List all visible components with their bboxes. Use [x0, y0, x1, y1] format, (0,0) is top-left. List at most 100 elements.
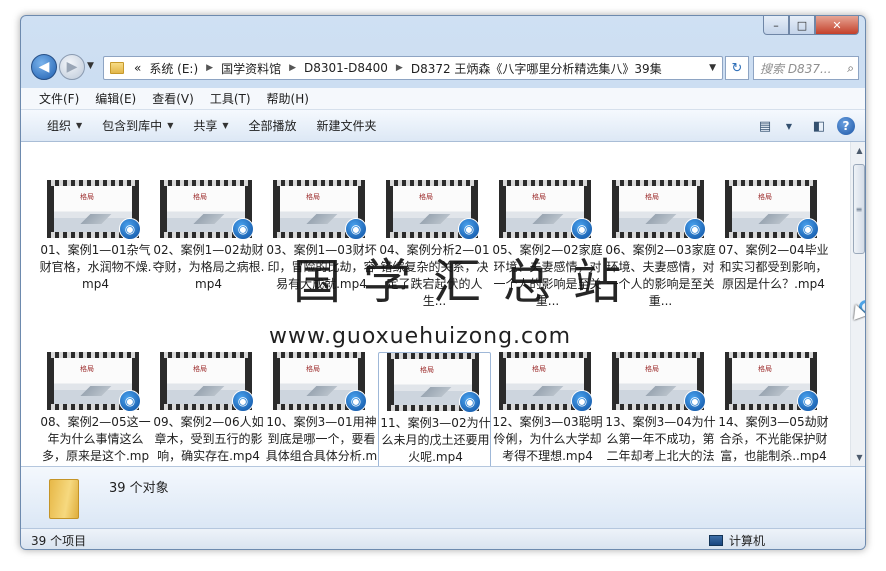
- thumbnail-mark: 格局: [758, 193, 772, 201]
- file-name: 04、案例分析2—01错综复杂的关系，决定了跌宕起伏的人生...: [379, 243, 490, 308]
- new-folder-button[interactable]: 新建文件夹: [307, 117, 387, 134]
- mountain-graphic: [740, 386, 800, 396]
- file-name: 02、案例1—02劫财夺财，为格局之病根.mp4: [152, 243, 265, 291]
- scroll-up-icon[interactable]: ▲: [851, 142, 865, 159]
- refresh-button[interactable]: ↻: [725, 56, 749, 80]
- minimize-button[interactable]: –: [763, 16, 789, 35]
- chevron-right-icon[interactable]: ▶: [285, 63, 300, 73]
- thumbnail-mark: 格局: [645, 365, 659, 373]
- mountain-graphic: [401, 214, 461, 224]
- thumbnail-mark: 格局: [193, 365, 207, 373]
- command-bar: 组织 ▼ 包含到库中 ▼ 共享 ▼ 全部播放 新建文件夹 ▤ ▼ ◧ ?: [21, 110, 865, 142]
- file-name: 11、案例3—02为什么未月的戊土还要用火呢.mp4: [380, 416, 491, 464]
- view-dropdown-icon[interactable]: ▼: [777, 114, 801, 138]
- file-name: 10、案例3—01用神到底是哪一个，要看具体组合具体分析.mp4: [265, 415, 378, 463]
- chevron-right-icon[interactable]: ▶: [392, 63, 407, 73]
- media-player-icon: ◉: [119, 390, 141, 412]
- search-icon[interactable]: ⌕: [847, 61, 858, 76]
- file-item[interactable]: 格局 ◉ 12、案例3—03聪明伶俐，为什么大学却考得不理想.mp4: [491, 352, 604, 466]
- close-button[interactable]: ✕: [815, 16, 859, 35]
- file-item[interactable]: 格局 ◉ 06、案例2—03家庭环境、夫妻感情，对一个人的影响是至关重...: [604, 180, 717, 308]
- file-item[interactable]: 格局 ◉ 08、案例2—05这一年为什么事情这么多，原来是这个.mp4: [39, 352, 152, 466]
- menu-edit[interactable]: 编辑(E): [87, 90, 144, 107]
- search-input[interactable]: 搜索 D837... ⌕: [753, 56, 859, 80]
- thumbnail-mark: 格局: [306, 193, 320, 201]
- file-item[interactable]: 格局 ◉ 07、案例2—04毕业和实习都受到影响，原因是什么？.mp4: [717, 180, 830, 308]
- include-library-button[interactable]: 包含到库中 ▼: [92, 117, 183, 134]
- media-player-icon: ◉: [232, 390, 254, 412]
- file-item[interactable]: 格局 ◉ 03、案例1—03财坏印，冒险的比劫，容易有大成就.mp4: [265, 180, 378, 308]
- preview-pane-icon[interactable]: ◧: [807, 114, 831, 138]
- media-player-icon: ◉: [459, 391, 481, 413]
- details-pane: 39 个对象: [21, 466, 865, 528]
- scroll-down-icon[interactable]: ▼: [851, 449, 865, 466]
- thumbnail-mark: 格局: [420, 366, 434, 374]
- organize-button[interactable]: 组织 ▼: [37, 117, 92, 134]
- breadcrumb-library[interactable]: 国学资料馆: [217, 60, 285, 77]
- file-name: 07、案例2—04毕业和实习都受到影响，原因是什么？.mp4: [718, 243, 829, 291]
- chevron-right-icon[interactable]: ▶: [202, 63, 217, 73]
- mountain-graphic: [514, 386, 574, 396]
- menu-bar: 文件(F) 编辑(E) 查看(V) 工具(T) 帮助(H): [21, 88, 865, 110]
- breadcrumb-current[interactable]: D8372 王炳森《八字哪里分析精选集八》39集: [407, 60, 666, 77]
- media-player-icon: ◉: [458, 218, 480, 240]
- chevron-down-icon: ▼: [76, 121, 83, 130]
- file-item[interactable]: 格局 ◉ 09、案例2—06人如章木，受到五行的影响，确实存在.mp4: [152, 352, 265, 466]
- file-name: 12、案例3—03聪明伶俐，为什么大学却考得不理想.mp4: [492, 415, 603, 463]
- media-player-icon: ◉: [797, 218, 819, 240]
- explorer-window: – □ ✕ ◀ ▶ ▼ « 系统 (E:) ▶ 国学资料馆 ▶ D8301-D8…: [20, 15, 866, 550]
- file-list-pane: 格局 ◉ 01、案例1—01杂气财官格，水润物不燥.mp4 格局 ◉ 02、案例1—02劫…: [21, 142, 865, 466]
- file-item[interactable]: 格局 ◉ 04、案例分析2—01错综复杂的关系，决定了跌宕起伏的人生...: [378, 180, 491, 308]
- thumbnail-mark: 格局: [758, 365, 772, 373]
- media-player-icon: ◉: [345, 218, 367, 240]
- scroll-thumb[interactable]: ≡: [853, 164, 865, 254]
- file-item[interactable]: 格局 ◉ 10、案例3—01用神到底是哪一个，要看具体组合具体分析.mp4: [265, 352, 378, 466]
- maximize-button[interactable]: □: [789, 16, 815, 35]
- back-button[interactable]: ◀: [31, 54, 57, 80]
- help-icon[interactable]: ?: [837, 117, 855, 135]
- object-count: 39 个对象: [109, 481, 169, 496]
- file-name: 06、案例2—03家庭环境、夫妻感情，对一个人的影响是至关重...: [605, 243, 716, 308]
- file-name: 01、案例1—01杂气财官格，水润物不燥.mp4: [39, 243, 152, 291]
- mountain-graphic: [62, 386, 122, 396]
- breadcrumb-drive[interactable]: 系统 (E:): [145, 60, 202, 77]
- thumbnail-mark: 格局: [645, 193, 659, 201]
- recent-pages-dropdown[interactable]: ▼: [87, 61, 94, 71]
- view-options-icon[interactable]: ▤: [753, 114, 777, 138]
- file-item[interactable]: 格局 ◉ 13、案例3—04为什么第一年不成功，第二年却考上北大的法硕...: [604, 352, 717, 466]
- file-name: 05、案例2—02家庭环境、夫妻感情，对一个人的影响是至关重...: [492, 243, 603, 308]
- address-bar[interactable]: « 系统 (E:) ▶ 国学资料馆 ▶ D8301-D8400 ▶ D8372 …: [103, 56, 723, 80]
- file-item[interactable]: 格局 ◉ 11、案例3—02为什么未月的戊土还要用火呢.mp4: [378, 352, 491, 466]
- file-item[interactable]: 格局 ◉ 14、案例3—05劫财合杀，不光能保护财富，也能制杀..mp4: [717, 352, 830, 466]
- thumbnail-mark: 格局: [80, 193, 94, 201]
- share-button[interactable]: 共享 ▼: [183, 117, 238, 134]
- file-name: 03、案例1—03财坏印，冒险的比劫，容易有大成就.mp4: [266, 243, 377, 291]
- menu-view[interactable]: 查看(V): [144, 90, 202, 107]
- menu-help[interactable]: 帮助(H): [259, 90, 317, 107]
- media-player-icon: ◉: [345, 390, 367, 412]
- mountain-graphic: [627, 386, 687, 396]
- breadcrumb-overflow[interactable]: «: [130, 61, 145, 75]
- menu-file[interactable]: 文件(F): [31, 90, 87, 107]
- include-library-label: 包含到库中: [102, 119, 163, 133]
- forward-button[interactable]: ▶: [59, 54, 85, 80]
- media-player-icon: ◉: [232, 218, 254, 240]
- status-location: 计算机: [709, 532, 765, 549]
- mountain-graphic: [288, 386, 348, 396]
- computer-icon: [709, 534, 723, 546]
- media-player-icon: ◉: [571, 218, 593, 240]
- menu-tools[interactable]: 工具(T): [202, 90, 259, 107]
- file-item[interactable]: 格局 ◉ 05、案例2—02家庭环境、夫妻感情，对一个人的影响是至关重...: [491, 180, 604, 308]
- thumbnail-mark: 格局: [306, 365, 320, 373]
- address-dropdown-icon[interactable]: ▼: [703, 63, 722, 73]
- view-controls: ▤ ▼ ◧ ?: [747, 114, 855, 138]
- media-player-icon: ◉: [684, 390, 706, 412]
- play-all-button[interactable]: 全部播放: [239, 117, 307, 134]
- folder-icon: [49, 479, 79, 519]
- file-item[interactable]: 格局 ◉ 01、案例1—01杂气财官格，水润物不燥.mp4: [39, 180, 152, 308]
- file-item[interactable]: 格局 ◉ 02、案例1—02劫财夺财，为格局之病根.mp4: [152, 180, 265, 308]
- mountain-graphic: [175, 214, 235, 224]
- breadcrumb-range[interactable]: D8301-D8400: [300, 61, 392, 75]
- navigation-row: ◀ ▶ ▼ « 系统 (E:) ▶ 国学资料馆 ▶ D8301-D8400 ▶ …: [21, 54, 865, 84]
- mountain-graphic: [627, 214, 687, 224]
